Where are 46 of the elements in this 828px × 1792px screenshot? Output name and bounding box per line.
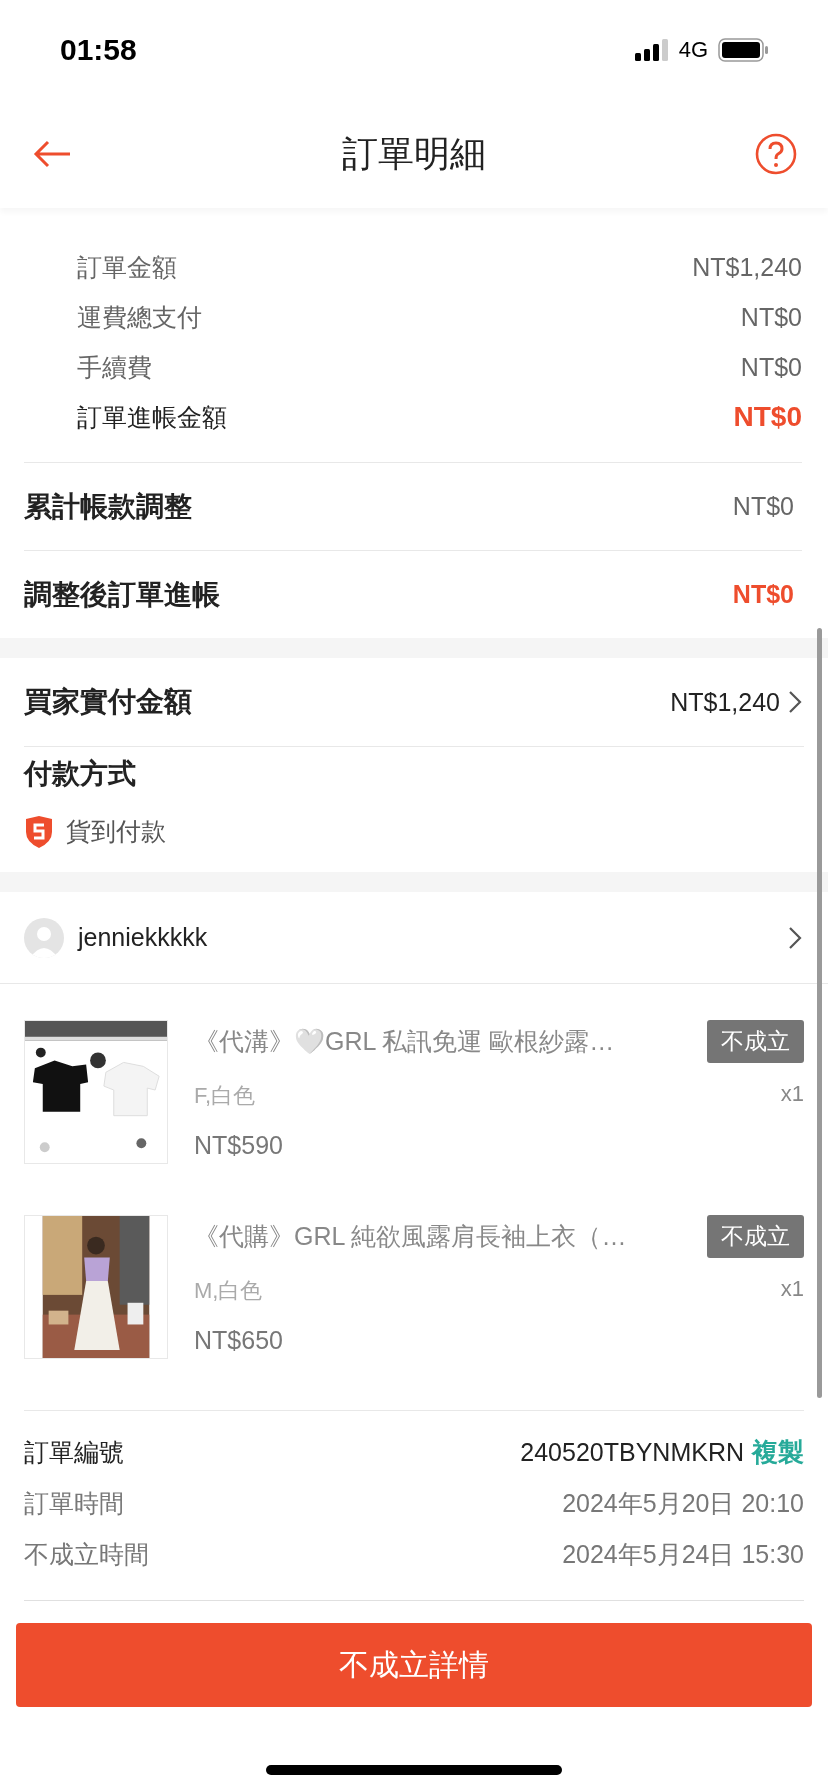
info-label: 手續費 [77,351,152,383]
order-label: 訂單編號 [24,1437,124,1468]
battery-icon [718,38,768,62]
shield-icon [24,815,54,848]
failure-details-button[interactable]: 不成立詳情 [16,1623,812,1707]
order-value: 2024年5月20日 20:10 [562,1488,804,1519]
product-title: 《代購》GRL 純欲風露肩長袖上衣（… [194,1221,627,1252]
order-label: 訂單時間 [24,1488,124,1519]
info-value: NT$0 [733,401,802,433]
product-title: 《代溝》🤍GRL 私訊免運 歐根紗露… [194,1026,615,1057]
product-quantity: x1 [780,1276,804,1303]
chevron-right-icon [788,925,802,950]
row-label: 買家實付金額 [24,685,192,719]
row-value: NT$0 [732,492,795,521]
seller-username[interactable]: jenniekkkkk [78,923,208,952]
info-label: 訂單進帳金額 [77,401,227,433]
row-value: NT$1,240 [670,687,780,717]
product-variant: F,白色 [194,1082,256,1110]
info-label: 訂單金額 [77,251,177,283]
info-value: NT$0 [740,302,802,332]
row-label: 調整後訂單進帳 [24,577,220,612]
copy-link[interactable]: 複製 [752,1435,804,1470]
status-badge: 不成立 [707,1020,804,1063]
back-arrow-icon [32,139,72,169]
info-value: NT$0 [740,352,802,382]
order-value: 240520TBYNMKRN [520,1438,744,1467]
help-icon [755,133,797,175]
status-badge: 不成立 [707,1215,804,1258]
product-price: NT$590 [194,1131,284,1160]
chevron-right-icon [788,690,802,714]
product-price: NT$650 [194,1326,284,1355]
row-value: NT$0 [732,580,795,609]
info-value: NT$1,240 [692,252,802,282]
info-label: 運費總支付 [77,301,202,333]
row-label: 累計帳款調整 [24,489,192,524]
page-title: 訂單明細 [342,131,486,176]
product-quantity: x1 [780,1081,804,1108]
order-label: 不成立時間 [24,1539,149,1570]
signal-icon [634,39,669,61]
section-title: 付款方式 [24,757,137,791]
avatar-icon [24,917,64,958]
payment-method: 貨到付款 [66,816,166,847]
status-time: 01:58 [60,33,137,67]
network-label: 4G [678,37,708,63]
order-value: 2024年5月24日 15:30 [562,1539,804,1570]
product-variant: M,白色 [194,1277,263,1305]
